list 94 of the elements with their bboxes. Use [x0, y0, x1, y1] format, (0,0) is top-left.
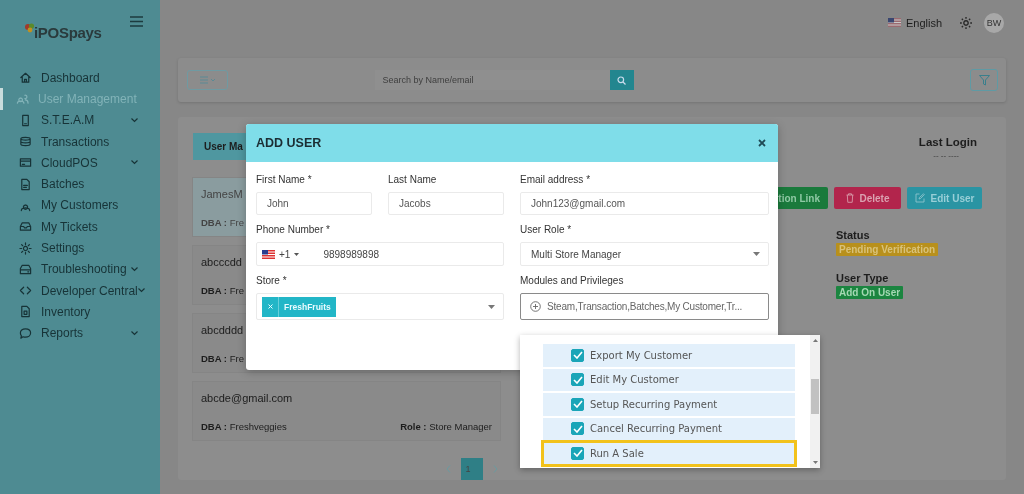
- checkbox[interactable]: [571, 373, 584, 387]
- checkbox[interactable]: [571, 397, 584, 411]
- scroll-down-icon[interactable]: [812, 461, 818, 464]
- first-name-field[interactable]: John: [256, 192, 372, 215]
- nav-item[interactable]: My Customers: [0, 194, 160, 217]
- chevron-icon: [137, 288, 145, 294]
- action-button[interactable]: Delete: [834, 187, 901, 209]
- page-button[interactable]: 1: [461, 458, 483, 480]
- field-label: Phone Number *: [256, 224, 331, 235]
- status-badge: Pending Verification: [836, 243, 939, 256]
- user-role-select[interactable]: Multi Store Manager: [520, 242, 769, 266]
- field-label: Store *: [256, 275, 288, 286]
- user-email: JamesM: [201, 188, 244, 200]
- nav-item[interactable]: Reports: [0, 322, 160, 344]
- phone-field[interactable]: +1 9898989898: [256, 242, 504, 266]
- language-selector[interactable]: English: [905, 16, 942, 29]
- document-icon: [19, 305, 32, 319]
- action-button[interactable]: Edit User: [907, 187, 982, 209]
- nav-item[interactable]: Troubleshooting: [0, 258, 160, 280]
- dba-text: DBA : Fre: [201, 353, 244, 364]
- last-login-value: -- -- ----: [933, 151, 959, 160]
- card-icon: [19, 156, 32, 170]
- role-text: Role : Store Manager: [400, 421, 492, 432]
- inbox-icon: [19, 220, 32, 234]
- trash-icon: [845, 193, 854, 203]
- scrollbar[interactable]: [810, 335, 820, 468]
- scroll-up-icon[interactable]: [812, 339, 818, 342]
- flag-icon: [887, 18, 901, 27]
- store-tag: FreshFruits: [262, 296, 336, 317]
- nav-item[interactable]: Developer Central: [0, 279, 160, 302]
- menu-icon[interactable]: [130, 16, 143, 27]
- user-email: abcccdd: [201, 256, 243, 268]
- dba-text: DBA : Fre: [201, 285, 244, 296]
- chevron-icon: [131, 266, 138, 272]
- home-icon: [19, 71, 32, 85]
- caret-icon: [294, 252, 300, 256]
- user-email: abcde@gmail.com: [201, 392, 294, 404]
- privilege-option[interactable]: Setup Recurring Payment: [543, 393, 795, 416]
- logo-text: iPOSpays: [34, 24, 102, 41]
- search-button[interactable]: [609, 70, 634, 90]
- field-label: Modules and Privileges: [520, 275, 625, 286]
- scroll-thumb[interactable]: [811, 379, 819, 414]
- field-label: First Name *: [256, 174, 313, 185]
- status-label: Status: [836, 229, 870, 241]
- checkbox[interactable]: [571, 348, 584, 362]
- nav-item[interactable]: CloudPOS: [0, 152, 160, 174]
- logo-icon: [24, 22, 36, 34]
- column-heading: Last Login: [918, 136, 977, 148]
- search-icon: [617, 75, 626, 85]
- list-icon: [199, 76, 216, 84]
- privilege-option[interactable]: Cancel Recurring Payment: [543, 417, 795, 440]
- modules-select[interactable]: Steam,Transaction,Batches,My Customer,Tr...: [520, 293, 769, 320]
- flag-icon: [262, 249, 275, 259]
- privilege-option[interactable]: Run A Sale: [543, 442, 795, 465]
- file-icon: [19, 177, 32, 191]
- coins-icon: [19, 135, 32, 149]
- drive-icon: [19, 262, 32, 276]
- user-type-label: User Type: [836, 272, 889, 284]
- caret-icon: [753, 252, 760, 256]
- add-icon: [530, 301, 541, 312]
- user-email: abcdddd: [201, 324, 245, 336]
- phone-icon: [19, 113, 32, 127]
- chevron-icon: [131, 117, 138, 123]
- edit-icon: [914, 193, 925, 203]
- nav-item[interactable]: Transactions: [0, 130, 160, 153]
- dialog-title: ADD USER: [256, 136, 322, 150]
- privilege-option[interactable]: Edit My Customer: [543, 368, 795, 391]
- remove-icon[interactable]: [268, 304, 273, 309]
- nav-item[interactable]: Settings: [0, 237, 160, 259]
- privilege-option[interactable]: Export My Customer: [543, 344, 795, 367]
- dba-text: DBA : Fre: [201, 217, 244, 228]
- dba-text: DBA : Freshveggies: [201, 421, 287, 432]
- users-icon: [16, 92, 29, 106]
- close-icon[interactable]: [758, 139, 766, 147]
- nav-item[interactable]: Inventory: [0, 301, 160, 323]
- field-label: Last Name: [388, 174, 438, 185]
- user-avatar[interactable]: BW: [984, 12, 1004, 33]
- chat-icon: [19, 326, 32, 340]
- nav-item[interactable]: My Tickets: [0, 216, 160, 238]
- chevron-icon: [131, 160, 138, 166]
- last-name-field[interactable]: Jacobs: [388, 192, 504, 215]
- user-type-badge: Add On User: [836, 286, 904, 299]
- nav-item[interactable]: Dashboard: [0, 67, 160, 89]
- checkbox[interactable]: [571, 446, 584, 460]
- nav-item[interactable]: Batches: [0, 173, 160, 195]
- store-select[interactable]: FreshFruits: [256, 293, 504, 320]
- field-label: Email address *: [520, 174, 592, 185]
- nav-item[interactable]: S.T.E.A.M: [0, 109, 160, 131]
- filter-icon: [978, 74, 990, 86]
- chevron-icon: [131, 330, 138, 336]
- checkbox[interactable]: [571, 422, 584, 436]
- email-field[interactable]: John123@gmail.com: [520, 192, 769, 215]
- filter-button[interactable]: [970, 69, 998, 91]
- field-label: User Role *: [520, 224, 573, 235]
